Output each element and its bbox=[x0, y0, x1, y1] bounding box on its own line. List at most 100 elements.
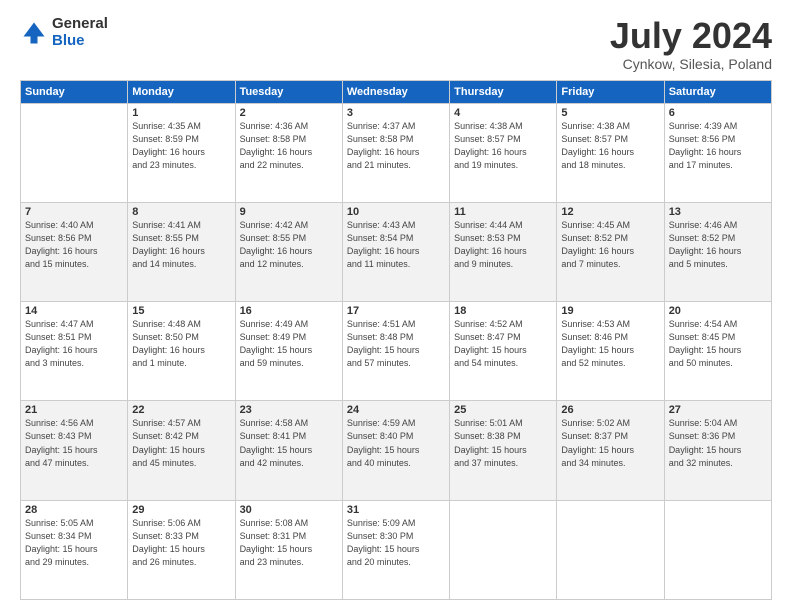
calendar-cell: 12Sunrise: 4:45 AM Sunset: 8:52 PM Dayli… bbox=[557, 202, 664, 301]
logo-text: General Blue bbox=[52, 16, 108, 49]
day-info: Sunrise: 4:49 AM Sunset: 8:49 PM Dayligh… bbox=[240, 318, 338, 370]
day-number: 22 bbox=[132, 404, 230, 416]
day-info: Sunrise: 4:46 AM Sunset: 8:52 PM Dayligh… bbox=[669, 219, 767, 271]
day-number: 20 bbox=[669, 305, 767, 317]
calendar-week-row: 1Sunrise: 4:35 AM Sunset: 8:59 PM Daylig… bbox=[21, 103, 772, 202]
day-number: 19 bbox=[561, 305, 659, 317]
col-monday: Monday bbox=[128, 80, 235, 103]
calendar-cell: 14Sunrise: 4:47 AM Sunset: 8:51 PM Dayli… bbox=[21, 302, 128, 401]
day-number: 17 bbox=[347, 305, 445, 317]
day-info: Sunrise: 4:43 AM Sunset: 8:54 PM Dayligh… bbox=[347, 219, 445, 271]
calendar-cell: 4Sunrise: 4:38 AM Sunset: 8:57 PM Daylig… bbox=[450, 103, 557, 202]
day-info: Sunrise: 4:54 AM Sunset: 8:45 PM Dayligh… bbox=[669, 318, 767, 370]
calendar-cell: 23Sunrise: 4:58 AM Sunset: 8:41 PM Dayli… bbox=[235, 401, 342, 500]
calendar-cell: 11Sunrise: 4:44 AM Sunset: 8:53 PM Dayli… bbox=[450, 202, 557, 301]
day-number: 15 bbox=[132, 305, 230, 317]
day-number: 18 bbox=[454, 305, 552, 317]
calendar-cell: 20Sunrise: 4:54 AM Sunset: 8:45 PM Dayli… bbox=[664, 302, 771, 401]
calendar-cell bbox=[21, 103, 128, 202]
col-sunday: Sunday bbox=[21, 80, 128, 103]
calendar-cell bbox=[664, 500, 771, 599]
calendar-cell: 26Sunrise: 5:02 AM Sunset: 8:37 PM Dayli… bbox=[557, 401, 664, 500]
day-number: 2 bbox=[240, 107, 338, 119]
day-number: 24 bbox=[347, 404, 445, 416]
title-block: July 2024 Cynkow, Silesia, Poland bbox=[610, 16, 772, 72]
calendar-cell: 7Sunrise: 4:40 AM Sunset: 8:56 PM Daylig… bbox=[21, 202, 128, 301]
col-friday: Friday bbox=[557, 80, 664, 103]
day-info: Sunrise: 5:08 AM Sunset: 8:31 PM Dayligh… bbox=[240, 517, 338, 569]
day-number: 10 bbox=[347, 206, 445, 218]
col-wednesday: Wednesday bbox=[342, 80, 449, 103]
day-info: Sunrise: 4:37 AM Sunset: 8:58 PM Dayligh… bbox=[347, 120, 445, 172]
page: General Blue July 2024 Cynkow, Silesia, … bbox=[0, 0, 792, 612]
day-info: Sunrise: 4:38 AM Sunset: 8:57 PM Dayligh… bbox=[561, 120, 659, 172]
calendar-cell: 22Sunrise: 4:57 AM Sunset: 8:42 PM Dayli… bbox=[128, 401, 235, 500]
logo-icon bbox=[20, 19, 48, 47]
calendar-cell: 15Sunrise: 4:48 AM Sunset: 8:50 PM Dayli… bbox=[128, 302, 235, 401]
day-info: Sunrise: 4:44 AM Sunset: 8:53 PM Dayligh… bbox=[454, 219, 552, 271]
day-info: Sunrise: 4:39 AM Sunset: 8:56 PM Dayligh… bbox=[669, 120, 767, 172]
day-info: Sunrise: 4:45 AM Sunset: 8:52 PM Dayligh… bbox=[561, 219, 659, 271]
logo-general: General bbox=[52, 16, 108, 33]
calendar-cell bbox=[450, 500, 557, 599]
day-info: Sunrise: 5:04 AM Sunset: 8:36 PM Dayligh… bbox=[669, 417, 767, 469]
logo-blue: Blue bbox=[52, 33, 108, 50]
day-number: 1 bbox=[132, 107, 230, 119]
calendar-cell: 10Sunrise: 4:43 AM Sunset: 8:54 PM Dayli… bbox=[342, 202, 449, 301]
calendar-cell: 19Sunrise: 4:53 AM Sunset: 8:46 PM Dayli… bbox=[557, 302, 664, 401]
calendar-cell: 1Sunrise: 4:35 AM Sunset: 8:59 PM Daylig… bbox=[128, 103, 235, 202]
day-info: Sunrise: 5:09 AM Sunset: 8:30 PM Dayligh… bbox=[347, 517, 445, 569]
calendar-cell: 3Sunrise: 4:37 AM Sunset: 8:58 PM Daylig… bbox=[342, 103, 449, 202]
calendar-cell: 29Sunrise: 5:06 AM Sunset: 8:33 PM Dayli… bbox=[128, 500, 235, 599]
day-info: Sunrise: 4:53 AM Sunset: 8:46 PM Dayligh… bbox=[561, 318, 659, 370]
day-info: Sunrise: 4:47 AM Sunset: 8:51 PM Dayligh… bbox=[25, 318, 123, 370]
calendar-cell: 9Sunrise: 4:42 AM Sunset: 8:55 PM Daylig… bbox=[235, 202, 342, 301]
day-number: 30 bbox=[240, 504, 338, 516]
day-info: Sunrise: 4:36 AM Sunset: 8:58 PM Dayligh… bbox=[240, 120, 338, 172]
calendar-cell: 25Sunrise: 5:01 AM Sunset: 8:38 PM Dayli… bbox=[450, 401, 557, 500]
main-title: July 2024 bbox=[610, 16, 772, 56]
calendar-cell: 8Sunrise: 4:41 AM Sunset: 8:55 PM Daylig… bbox=[128, 202, 235, 301]
day-info: Sunrise: 4:35 AM Sunset: 8:59 PM Dayligh… bbox=[132, 120, 230, 172]
calendar-cell: 2Sunrise: 4:36 AM Sunset: 8:58 PM Daylig… bbox=[235, 103, 342, 202]
day-number: 9 bbox=[240, 206, 338, 218]
day-number: 8 bbox=[132, 206, 230, 218]
day-info: Sunrise: 4:41 AM Sunset: 8:55 PM Dayligh… bbox=[132, 219, 230, 271]
day-number: 25 bbox=[454, 404, 552, 416]
logo: General Blue bbox=[20, 16, 108, 49]
day-info: Sunrise: 4:40 AM Sunset: 8:56 PM Dayligh… bbox=[25, 219, 123, 271]
day-number: 6 bbox=[669, 107, 767, 119]
day-number: 11 bbox=[454, 206, 552, 218]
col-saturday: Saturday bbox=[664, 80, 771, 103]
calendar-cell: 6Sunrise: 4:39 AM Sunset: 8:56 PM Daylig… bbox=[664, 103, 771, 202]
calendar: Sunday Monday Tuesday Wednesday Thursday… bbox=[20, 80, 772, 600]
day-number: 27 bbox=[669, 404, 767, 416]
calendar-cell: 16Sunrise: 4:49 AM Sunset: 8:49 PM Dayli… bbox=[235, 302, 342, 401]
day-info: Sunrise: 4:48 AM Sunset: 8:50 PM Dayligh… bbox=[132, 318, 230, 370]
calendar-week-row: 28Sunrise: 5:05 AM Sunset: 8:34 PM Dayli… bbox=[21, 500, 772, 599]
day-number: 5 bbox=[561, 107, 659, 119]
day-number: 12 bbox=[561, 206, 659, 218]
day-info: Sunrise: 5:06 AM Sunset: 8:33 PM Dayligh… bbox=[132, 517, 230, 569]
calendar-cell: 30Sunrise: 5:08 AM Sunset: 8:31 PM Dayli… bbox=[235, 500, 342, 599]
day-info: Sunrise: 4:52 AM Sunset: 8:47 PM Dayligh… bbox=[454, 318, 552, 370]
calendar-cell: 31Sunrise: 5:09 AM Sunset: 8:30 PM Dayli… bbox=[342, 500, 449, 599]
day-number: 13 bbox=[669, 206, 767, 218]
day-number: 31 bbox=[347, 504, 445, 516]
calendar-cell: 18Sunrise: 4:52 AM Sunset: 8:47 PM Dayli… bbox=[450, 302, 557, 401]
calendar-week-row: 7Sunrise: 4:40 AM Sunset: 8:56 PM Daylig… bbox=[21, 202, 772, 301]
calendar-cell: 27Sunrise: 5:04 AM Sunset: 8:36 PM Dayli… bbox=[664, 401, 771, 500]
day-info: Sunrise: 5:02 AM Sunset: 8:37 PM Dayligh… bbox=[561, 417, 659, 469]
subtitle: Cynkow, Silesia, Poland bbox=[610, 56, 772, 72]
day-number: 26 bbox=[561, 404, 659, 416]
day-info: Sunrise: 5:05 AM Sunset: 8:34 PM Dayligh… bbox=[25, 517, 123, 569]
calendar-week-row: 14Sunrise: 4:47 AM Sunset: 8:51 PM Dayli… bbox=[21, 302, 772, 401]
day-number: 29 bbox=[132, 504, 230, 516]
col-thursday: Thursday bbox=[450, 80, 557, 103]
day-info: Sunrise: 4:57 AM Sunset: 8:42 PM Dayligh… bbox=[132, 417, 230, 469]
day-number: 21 bbox=[25, 404, 123, 416]
day-number: 3 bbox=[347, 107, 445, 119]
calendar-cell: 21Sunrise: 4:56 AM Sunset: 8:43 PM Dayli… bbox=[21, 401, 128, 500]
day-number: 16 bbox=[240, 305, 338, 317]
day-number: 7 bbox=[25, 206, 123, 218]
